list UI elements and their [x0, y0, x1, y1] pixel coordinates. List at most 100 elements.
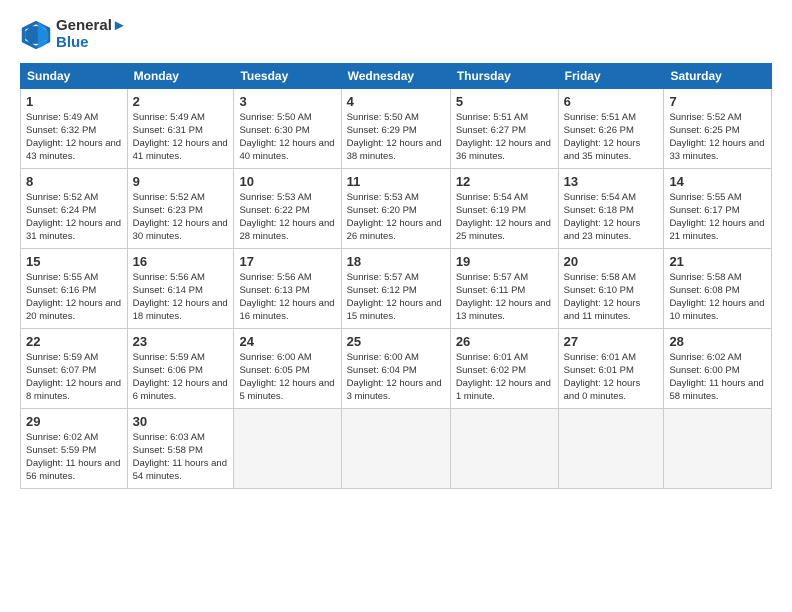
day-info: Sunrise: 5:52 AMSunset: 6:24 PMDaylight:… [26, 192, 122, 243]
day-info: Sunrise: 5:55 AMSunset: 6:17 PMDaylight:… [669, 192, 766, 243]
calendar-cell: 24Sunrise: 6:00 AMSunset: 6:05 PMDayligh… [234, 329, 341, 409]
day-number: 18 [347, 253, 445, 271]
day-number: 26 [456, 333, 553, 351]
calendar-cell: 18Sunrise: 5:57 AMSunset: 6:12 PMDayligh… [341, 249, 450, 329]
day-info: Sunrise: 5:59 AMSunset: 6:07 PMDaylight:… [26, 352, 122, 403]
day-number: 3 [239, 93, 335, 111]
day-number: 21 [669, 253, 766, 271]
day-info: Sunrise: 5:50 AMSunset: 6:30 PMDaylight:… [239, 112, 335, 163]
weekday-header-monday: Monday [127, 64, 234, 89]
day-number: 11 [347, 173, 445, 191]
day-number: 23 [133, 333, 229, 351]
day-info: Sunrise: 5:56 AMSunset: 6:14 PMDaylight:… [133, 272, 229, 323]
logo: General► Blue [20, 18, 127, 51]
day-number: 16 [133, 253, 229, 271]
calendar-cell: 5Sunrise: 5:51 AMSunset: 6:27 PMDaylight… [450, 89, 558, 169]
calendar-table: SundayMondayTuesdayWednesdayThursdayFrid… [20, 63, 772, 489]
day-info: Sunrise: 5:55 AMSunset: 6:16 PMDaylight:… [26, 272, 122, 323]
day-info: Sunrise: 5:49 AMSunset: 6:31 PMDaylight:… [133, 112, 229, 163]
day-info: Sunrise: 5:49 AMSunset: 6:32 PMDaylight:… [26, 112, 122, 163]
day-number: 28 [669, 333, 766, 351]
day-info: Sunrise: 6:02 AMSunset: 5:59 PMDaylight:… [26, 432, 122, 483]
day-info: Sunrise: 5:52 AMSunset: 6:23 PMDaylight:… [133, 192, 229, 243]
day-info: Sunrise: 5:58 AMSunset: 6:08 PMDaylight:… [669, 272, 766, 323]
day-info: Sunrise: 5:56 AMSunset: 6:13 PMDaylight:… [239, 272, 335, 323]
calendar-cell: 17Sunrise: 5:56 AMSunset: 6:13 PMDayligh… [234, 249, 341, 329]
day-info: Sunrise: 6:00 AMSunset: 6:04 PMDaylight:… [347, 352, 445, 403]
day-number: 30 [133, 413, 229, 431]
day-number: 7 [669, 93, 766, 111]
calendar-cell: 29Sunrise: 6:02 AMSunset: 5:59 PMDayligh… [21, 409, 128, 489]
day-info: Sunrise: 5:53 AMSunset: 6:20 PMDaylight:… [347, 192, 445, 243]
weekday-header-friday: Friday [558, 64, 664, 89]
day-info: Sunrise: 5:58 AMSunset: 6:10 PMDaylight:… [564, 272, 659, 323]
calendar-cell: 9Sunrise: 5:52 AMSunset: 6:23 PMDaylight… [127, 169, 234, 249]
day-number: 5 [456, 93, 553, 111]
day-info: Sunrise: 5:54 AMSunset: 6:18 PMDaylight:… [564, 192, 659, 243]
day-number: 2 [133, 93, 229, 111]
day-info: Sunrise: 5:51 AMSunset: 6:27 PMDaylight:… [456, 112, 553, 163]
day-info: Sunrise: 6:00 AMSunset: 6:05 PMDaylight:… [239, 352, 335, 403]
calendar-cell [341, 409, 450, 489]
day-number: 17 [239, 253, 335, 271]
calendar-cell: 13Sunrise: 5:54 AMSunset: 6:18 PMDayligh… [558, 169, 664, 249]
weekday-header-sunday: Sunday [21, 64, 128, 89]
day-number: 8 [26, 173, 122, 191]
day-number: 19 [456, 253, 553, 271]
day-number: 12 [456, 173, 553, 191]
calendar-cell: 6Sunrise: 5:51 AMSunset: 6:26 PMDaylight… [558, 89, 664, 169]
day-number: 6 [564, 93, 659, 111]
calendar-week-2: 8Sunrise: 5:52 AMSunset: 6:24 PMDaylight… [21, 169, 772, 249]
calendar-week-1: 1Sunrise: 5:49 AMSunset: 6:32 PMDaylight… [21, 89, 772, 169]
day-number: 22 [26, 333, 122, 351]
weekday-header-row: SundayMondayTuesdayWednesdayThursdayFrid… [21, 64, 772, 89]
day-info: Sunrise: 6:01 AMSunset: 6:02 PMDaylight:… [456, 352, 553, 403]
day-number: 4 [347, 93, 445, 111]
day-info: Sunrise: 5:51 AMSunset: 6:26 PMDaylight:… [564, 112, 659, 163]
calendar-cell [558, 409, 664, 489]
day-number: 15 [26, 253, 122, 271]
calendar-week-4: 22Sunrise: 5:59 AMSunset: 6:07 PMDayligh… [21, 329, 772, 409]
weekday-header-wednesday: Wednesday [341, 64, 450, 89]
calendar-cell: 21Sunrise: 5:58 AMSunset: 6:08 PMDayligh… [664, 249, 772, 329]
calendar-cell: 22Sunrise: 5:59 AMSunset: 6:07 PMDayligh… [21, 329, 128, 409]
calendar-cell: 15Sunrise: 5:55 AMSunset: 6:16 PMDayligh… [21, 249, 128, 329]
calendar-cell [450, 409, 558, 489]
calendar-cell [664, 409, 772, 489]
day-info: Sunrise: 5:53 AMSunset: 6:22 PMDaylight:… [239, 192, 335, 243]
calendar-cell [234, 409, 341, 489]
calendar-cell: 8Sunrise: 5:52 AMSunset: 6:24 PMDaylight… [21, 169, 128, 249]
calendar-cell: 10Sunrise: 5:53 AMSunset: 6:22 PMDayligh… [234, 169, 341, 249]
calendar-cell: 26Sunrise: 6:01 AMSunset: 6:02 PMDayligh… [450, 329, 558, 409]
page: General► Blue SundayMondayTuesdayWednesd… [0, 0, 792, 499]
day-info: Sunrise: 5:57 AMSunset: 6:12 PMDaylight:… [347, 272, 445, 323]
day-number: 29 [26, 413, 122, 431]
day-info: Sunrise: 5:57 AMSunset: 6:11 PMDaylight:… [456, 272, 553, 323]
day-number: 10 [239, 173, 335, 191]
day-number: 27 [564, 333, 659, 351]
day-number: 25 [347, 333, 445, 351]
calendar-cell: 12Sunrise: 5:54 AMSunset: 6:19 PMDayligh… [450, 169, 558, 249]
calendar-week-5: 29Sunrise: 6:02 AMSunset: 5:59 PMDayligh… [21, 409, 772, 489]
day-info: Sunrise: 5:54 AMSunset: 6:19 PMDaylight:… [456, 192, 553, 243]
calendar-cell: 3Sunrise: 5:50 AMSunset: 6:30 PMDaylight… [234, 89, 341, 169]
calendar-cell: 30Sunrise: 6:03 AMSunset: 5:58 PMDayligh… [127, 409, 234, 489]
weekday-header-saturday: Saturday [664, 64, 772, 89]
day-number: 20 [564, 253, 659, 271]
day-info: Sunrise: 6:03 AMSunset: 5:58 PMDaylight:… [133, 432, 229, 483]
day-info: Sunrise: 5:50 AMSunset: 6:29 PMDaylight:… [347, 112, 445, 163]
day-info: Sunrise: 6:01 AMSunset: 6:01 PMDaylight:… [564, 352, 659, 403]
calendar-cell: 23Sunrise: 5:59 AMSunset: 6:06 PMDayligh… [127, 329, 234, 409]
calendar-cell: 1Sunrise: 5:49 AMSunset: 6:32 PMDaylight… [21, 89, 128, 169]
calendar-week-3: 15Sunrise: 5:55 AMSunset: 6:16 PMDayligh… [21, 249, 772, 329]
day-info: Sunrise: 5:59 AMSunset: 6:06 PMDaylight:… [133, 352, 229, 403]
calendar-cell: 14Sunrise: 5:55 AMSunset: 6:17 PMDayligh… [664, 169, 772, 249]
calendar-cell: 2Sunrise: 5:49 AMSunset: 6:31 PMDaylight… [127, 89, 234, 169]
calendar-cell: 4Sunrise: 5:50 AMSunset: 6:29 PMDaylight… [341, 89, 450, 169]
calendar-cell: 20Sunrise: 5:58 AMSunset: 6:10 PMDayligh… [558, 249, 664, 329]
logo-text: General► Blue [56, 18, 127, 51]
weekday-header-thursday: Thursday [450, 64, 558, 89]
calendar-cell: 7Sunrise: 5:52 AMSunset: 6:25 PMDaylight… [664, 89, 772, 169]
day-number: 1 [26, 93, 122, 111]
calendar-cell: 27Sunrise: 6:01 AMSunset: 6:01 PMDayligh… [558, 329, 664, 409]
